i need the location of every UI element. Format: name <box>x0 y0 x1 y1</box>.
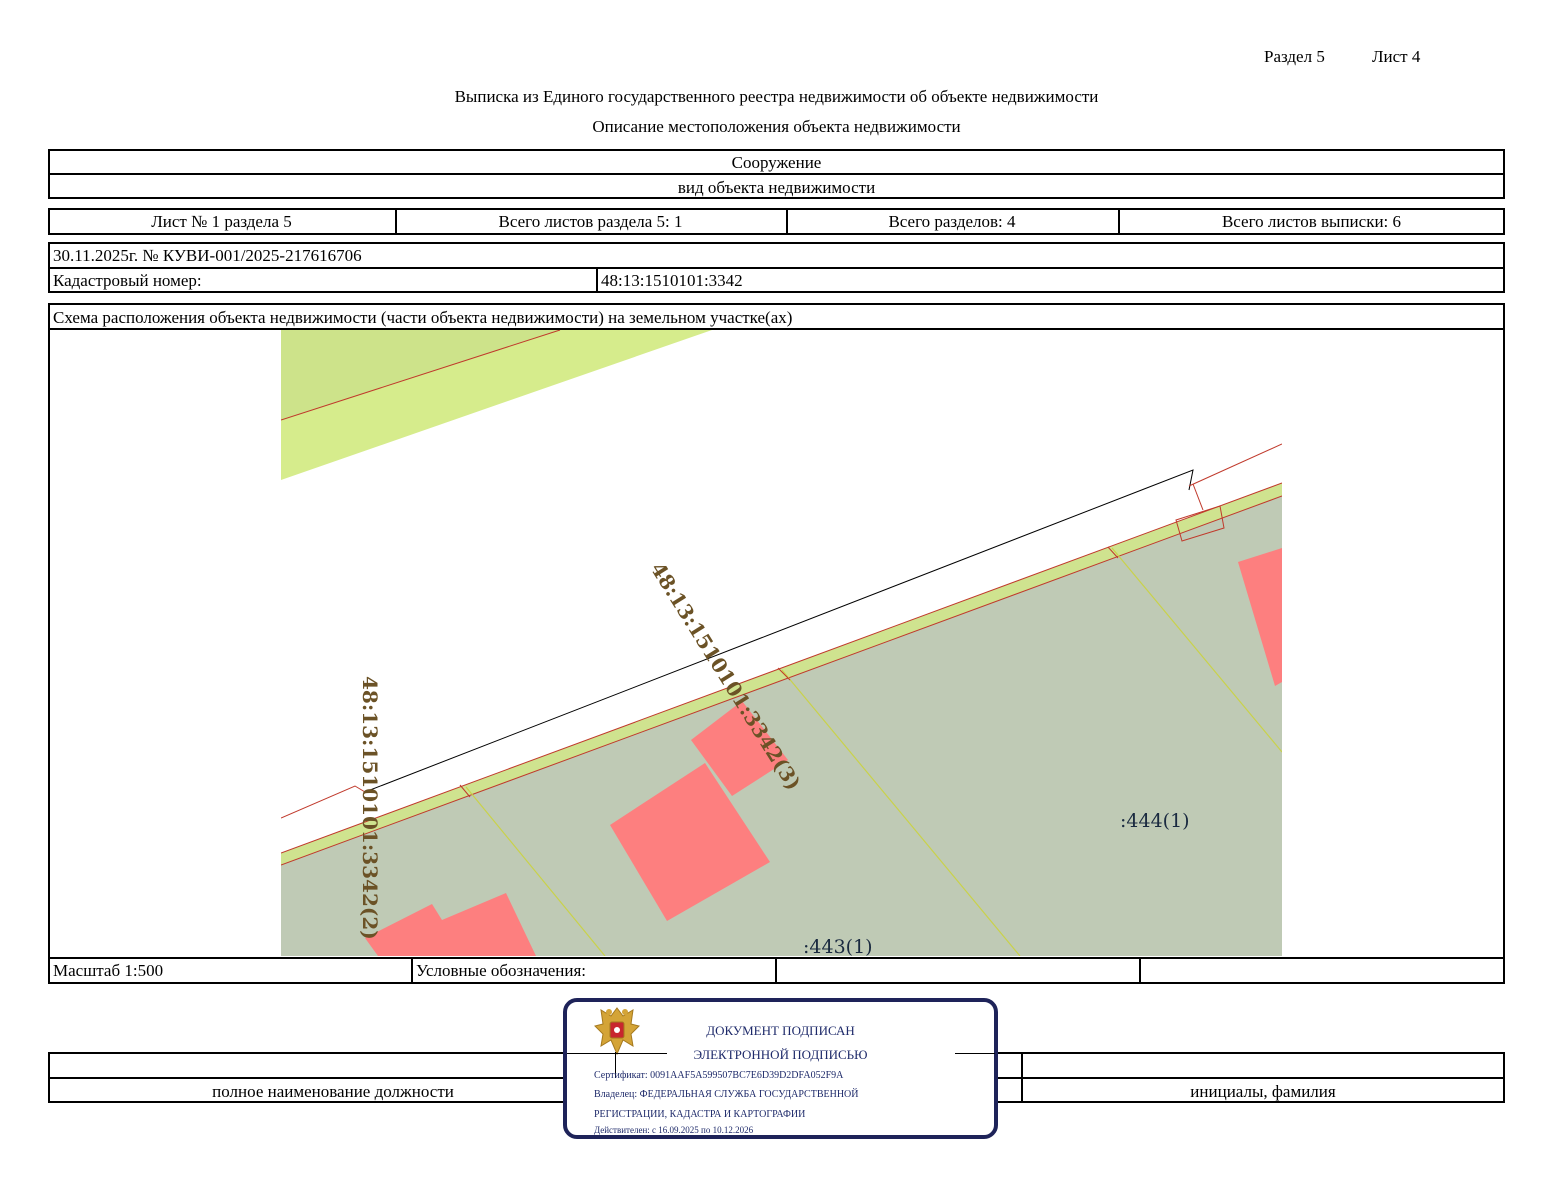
scale-label: Масштаб 1:500 <box>53 961 164 980</box>
sheet-label: Лист 4 <box>1372 47 1421 66</box>
document-title: Выписка из Единого государственного реес… <box>454 87 1099 106</box>
map-label-parcel-443: :443(1) <box>803 936 873 956</box>
stamp-certificate: Сертификат: 0091AAF5A599507BC7E6D39D2DFA… <box>594 1070 844 1081</box>
cadastral-map: 48:13:1510101:3342(2) 48:13:1510101:3342… <box>281 330 1282 956</box>
cadastral-value: 48:13:1510101:3342 <box>601 271 743 290</box>
section-label: Раздел 5 <box>1264 47 1325 66</box>
legend-label: Условные обозначения: <box>416 961 587 980</box>
digital-signature-stamp: ДОКУМЕНТ ПОДПИСАН ЭЛЕКТРОННОЙ ПОДПИСЬЮ С… <box>563 998 998 1139</box>
map-label-part2: 48:13:1510101:3342(2) <box>358 676 382 940</box>
road-boundary <box>281 785 366 819</box>
date-number: 30.11.2025г. № КУВИ-001/2025-217616706 <box>53 246 362 265</box>
divider <box>48 267 1505 269</box>
parcel-area <box>281 496 1282 956</box>
divider <box>48 173 1505 175</box>
stamp-line-2: ЭЛЕКТРОННОЙ ПОДПИСЬЮ <box>693 1047 868 1062</box>
name-caption: инициалы, фамилия <box>1190 1082 1336 1101</box>
scheme-caption: Схема расположения объекта недвижимости … <box>53 308 793 327</box>
total-sections: Всего разделов: 4 <box>888 212 1016 231</box>
position-caption: полное наименование должности <box>212 1082 454 1101</box>
divider <box>411 957 413 984</box>
stamp-line-1: ДОКУМЕНТ ПОДПИСАН <box>706 1023 855 1038</box>
sheet-number: Лист № 1 раздела 5 <box>151 212 292 231</box>
divider <box>775 957 777 984</box>
divider <box>596 267 598 293</box>
stamp-owner-2: РЕГИСТРАЦИИ, КАДАСТРА И КАРТОГРАФИИ <box>594 1109 806 1120</box>
document-subtitle: Описание местоположения объекта недвижим… <box>592 117 961 136</box>
object-type-caption: вид объекта недвижимости <box>677 178 876 197</box>
map-label-parcel-444: :444(1) <box>1120 810 1190 832</box>
road-boundary <box>1188 443 1282 487</box>
divider <box>1139 957 1141 984</box>
total-section-sheets: Всего листов раздела 5: 1 <box>498 212 683 231</box>
object-type: Сооружение <box>731 153 822 172</box>
stamp-valid: Действителен: с 16.09.2025 по 10.12.2026 <box>594 1125 754 1135</box>
total-extract-sheets: Всего листов выписки: 6 <box>1221 212 1402 231</box>
cadastral-label: Кадастровый номер: <box>53 271 202 290</box>
road-boundary <box>1192 483 1204 511</box>
stamp-owner-1: Владелец: ФЕДЕРАЛЬНАЯ СЛУЖБА ГОСУДАРСТВЕ… <box>594 1089 859 1100</box>
